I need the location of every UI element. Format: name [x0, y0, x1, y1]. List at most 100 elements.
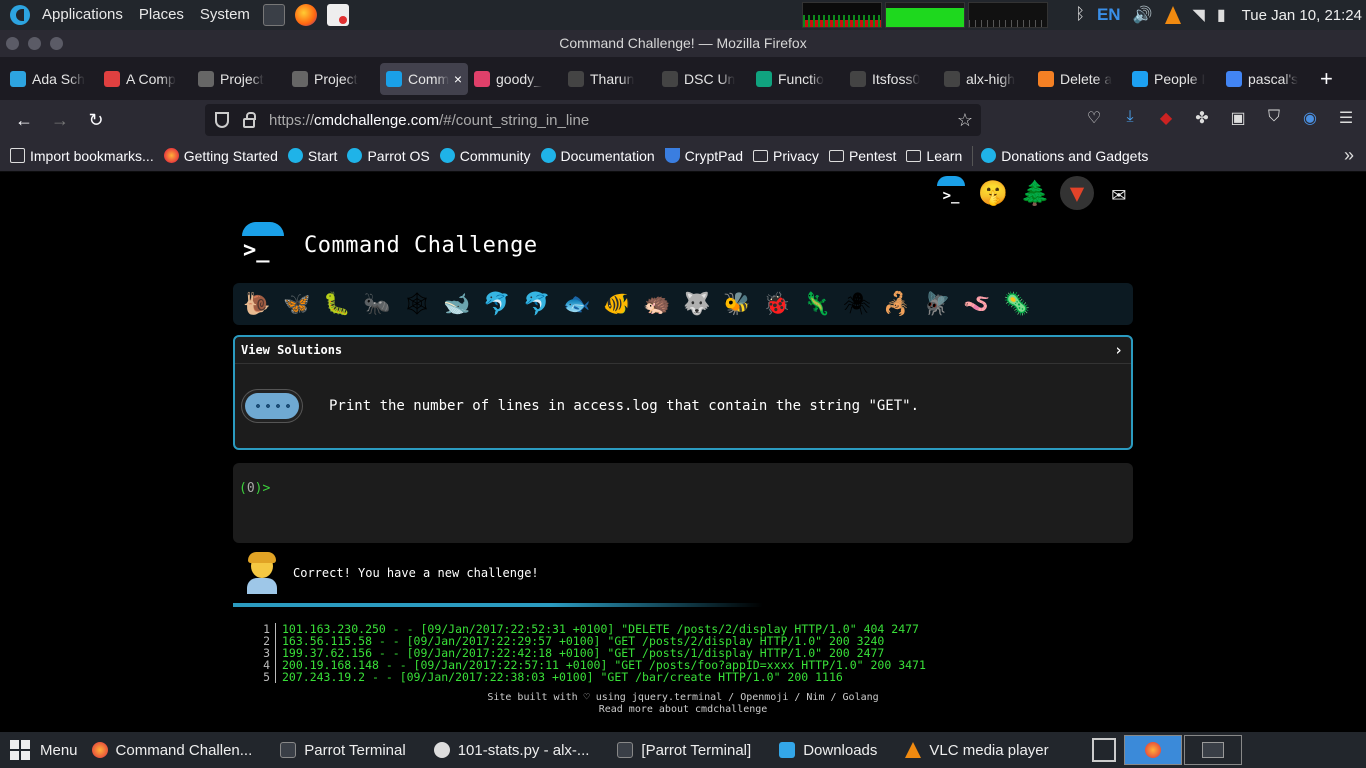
minimize-window-button[interactable] [28, 37, 41, 50]
gnome-extension-icon[interactable]: ✤ [1192, 108, 1212, 128]
workspace-1[interactable] [1124, 735, 1182, 765]
keyboard-layout[interactable]: EN [1097, 5, 1121, 25]
bookmark-item[interactable]: Learn [906, 148, 962, 164]
start-menu-button[interactable]: Menu [10, 740, 78, 760]
level-icon[interactable]: 🐋 [441, 288, 473, 320]
bookmark-item[interactable]: Import bookmarks... [10, 148, 154, 164]
level-icon[interactable]: 🐟 [561, 288, 593, 320]
bookmark-item[interactable]: Documentation [540, 148, 655, 164]
browser-tab[interactable]: alx-high [938, 63, 1032, 95]
taskbar-window-button[interactable]: VLC media player [905, 742, 1049, 759]
level-icon[interactable]: 🕸 [401, 288, 433, 320]
level-icon[interactable]: 🐞 [761, 288, 793, 320]
account-icon[interactable]: ◉ [1300, 108, 1320, 128]
lock-icon[interactable] [243, 112, 256, 128]
command-terminal[interactable]: (0)> [233, 463, 1133, 543]
places-menu[interactable]: Places [131, 0, 192, 30]
taskbar-window-button[interactable]: Downloads [779, 742, 877, 759]
bookmark-item[interactable]: Community [439, 148, 531, 164]
browser-tab[interactable]: DSC Un [656, 63, 750, 95]
level-icon[interactable]: 🐬 [481, 288, 513, 320]
browser-tab[interactable]: Functio [750, 63, 844, 95]
url-bar[interactable]: https://cmdchallenge.com/#/count_string_… [205, 104, 981, 136]
terminal-launcher-icon[interactable] [262, 4, 285, 26]
chevron-right-icon[interactable]: › [1114, 341, 1123, 359]
level-icon[interactable]: 🪰 [921, 288, 953, 320]
level-icon[interactable]: 🦋 [281, 288, 313, 320]
level-icon[interactable]: 🐛 [321, 288, 353, 320]
new-tab-button[interactable]: + [1320, 66, 1333, 92]
close-window-button[interactable] [6, 37, 19, 50]
gitlab-icon[interactable]: ▼ [1060, 176, 1094, 210]
wifi-icon[interactable]: ◥ [1193, 5, 1205, 25]
tracking-protection-icon[interactable] [215, 112, 229, 128]
maximize-window-button[interactable] [50, 37, 63, 50]
browser-tab[interactable]: Project [286, 63, 380, 95]
browser-tab[interactable]: Comm × [380, 62, 468, 95]
level-icon[interactable]: 🐠 [601, 288, 633, 320]
level-icon[interactable]: 🦎 [801, 288, 833, 320]
browser-tab[interactable]: goody_ [468, 63, 562, 95]
privacy-badger-icon[interactable]: ⛉ [1264, 108, 1284, 128]
clock[interactable]: Tue Jan 10, 21:24 [1242, 7, 1362, 24]
browser-tab[interactable]: Itsfoss0 [844, 63, 938, 95]
battery-icon[interactable]: ▮ [1217, 5, 1226, 25]
level-icon[interactable]: 🐌 [241, 288, 273, 320]
forward-button[interactable]: → [44, 104, 76, 136]
level-icon[interactable]: 🐝 [721, 288, 753, 320]
more-bookmarks-icon[interactable]: » [1344, 145, 1354, 166]
back-button[interactable]: ← [8, 104, 40, 136]
vlc-tray-icon[interactable] [1164, 6, 1181, 24]
reload-button[interactable]: ↻ [80, 104, 112, 136]
show-desktop-icon[interactable] [1092, 738, 1116, 762]
level-icon[interactable]: 🦠 [1001, 288, 1033, 320]
pocket-icon[interactable]: ♡ [1084, 108, 1104, 128]
workspace-2[interactable] [1184, 735, 1242, 765]
browser-tab[interactable]: A Comp [98, 63, 192, 95]
bookmark-item[interactable]: Pentest [828, 148, 896, 164]
bookmark-star-icon[interactable]: ☆ [957, 110, 973, 131]
applications-menu[interactable]: Applications [34, 0, 131, 30]
system-menu[interactable]: System [192, 0, 258, 30]
parrot-logo-icon[interactable] [10, 5, 30, 25]
bookmark-item[interactable]: Getting Started [163, 148, 278, 164]
url-text[interactable]: https://cmdchallenge.com/#/count_string_… [269, 112, 589, 129]
level-icon[interactable]: 🐬 [521, 288, 553, 320]
terminal-logo-icon[interactable]: >_ [934, 176, 968, 210]
level-icon[interactable]: 🦂 [881, 288, 913, 320]
tree-icon[interactable]: 🌲 [1018, 176, 1052, 210]
taskbar-window-button[interactable]: Command Challen... [91, 742, 252, 759]
close-tab-icon[interactable]: × [454, 71, 462, 87]
browser-tab[interactable]: Ada Sch [4, 63, 98, 95]
level-icon[interactable]: 🕷 [841, 288, 873, 320]
bookmark-item[interactable]: Privacy [753, 148, 819, 164]
level-icon[interactable]: 🪱 [961, 288, 993, 320]
text-editor-launcher-icon[interactable] [326, 4, 349, 26]
bookmark-item[interactable]: CryptPad [664, 148, 743, 164]
taskbar-window-button[interactable]: Parrot Terminal [280, 742, 406, 759]
browser-tab[interactable]: Project [192, 63, 286, 95]
view-solutions-toggle[interactable]: View Solutions › [235, 337, 1131, 364]
level-icon[interactable]: 🐜 [361, 288, 393, 320]
ublock-icon[interactable]: ◆ [1156, 108, 1176, 128]
level-icon[interactable]: 🐺 [681, 288, 713, 320]
bookmark-item[interactable]: Start [287, 148, 337, 164]
bluetooth-icon[interactable]: ᛒ [1075, 6, 1085, 24]
taskbar-window-button[interactable]: 101-stats.py - alx-... [433, 742, 589, 759]
shush-face-icon[interactable]: 🤫 [976, 176, 1010, 210]
read-more-link[interactable]: Read more about cmdchallenge [0, 704, 1366, 716]
email-icon[interactable]: ✉ [1102, 176, 1136, 210]
hamburger-menu-icon[interactable]: ☰ [1336, 108, 1356, 128]
downloads-icon[interactable]: ⤓ [1120, 108, 1140, 128]
browser-tab[interactable]: People I [1126, 63, 1220, 95]
bookmark-item[interactable]: Donations and Gadgets [981, 148, 1148, 164]
taskbar-window-button[interactable]: [Parrot Terminal] [617, 742, 751, 759]
firefox-launcher-icon[interactable] [294, 4, 317, 26]
level-icon[interactable]: 🦔 [641, 288, 673, 320]
browser-tab[interactable]: pascal's [1220, 63, 1314, 95]
bookmark-item[interactable]: Parrot OS [347, 148, 430, 164]
volume-icon[interactable]: 🔊 [1133, 5, 1153, 25]
extension-icon[interactable]: ▣ [1228, 108, 1248, 128]
browser-tab[interactable]: Delete a [1032, 63, 1126, 95]
browser-tab[interactable]: Tharun [562, 63, 656, 95]
